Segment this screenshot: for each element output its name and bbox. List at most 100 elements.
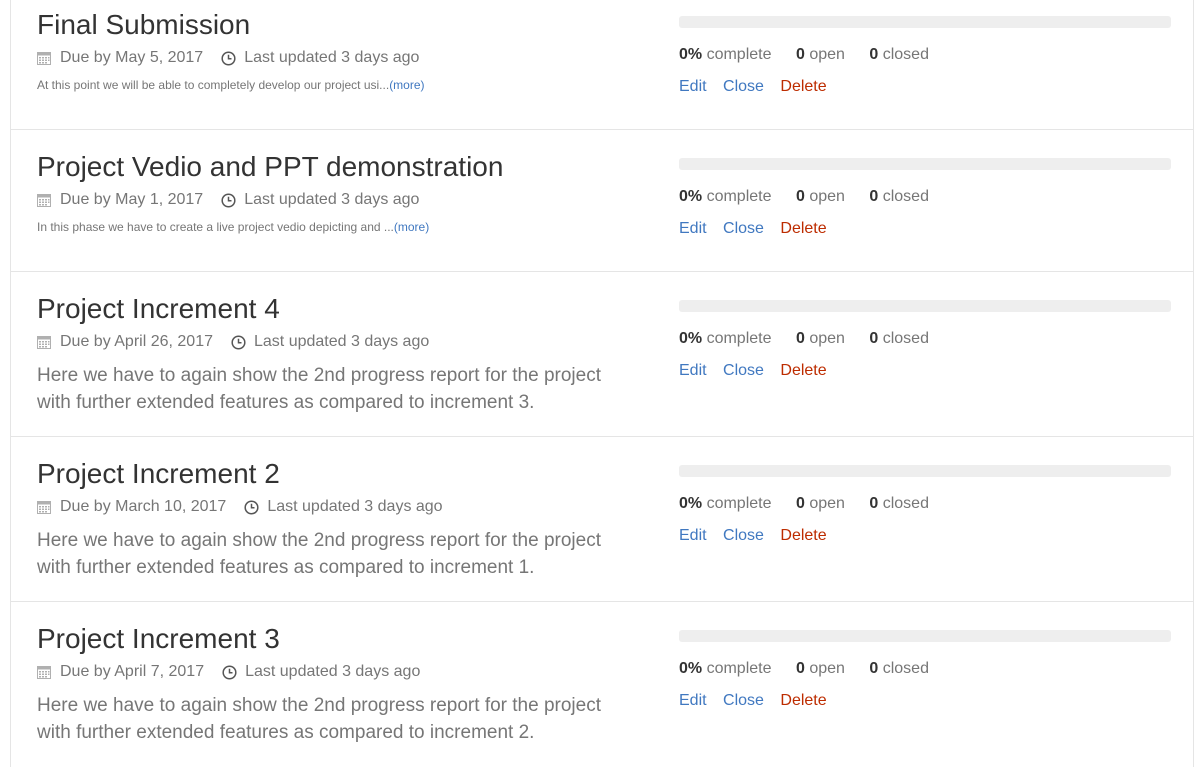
- milestone-item: Project Increment 2 Due by March 10, 201…: [11, 437, 1193, 602]
- closed-count[interactable]: 0 closed: [869, 188, 929, 205]
- delete-link[interactable]: Delete: [780, 220, 826, 237]
- open-count[interactable]: 0 open: [796, 495, 845, 512]
- percent-complete: 0% complete: [679, 660, 772, 677]
- close-link[interactable]: Close: [723, 220, 764, 237]
- edit-link[interactable]: Edit: [679, 362, 707, 379]
- milestone-item: Project Increment 4 Due by April 26, 201…: [11, 272, 1193, 437]
- edit-link[interactable]: Edit: [679, 692, 707, 709]
- milestone-item: Final Submission Due by May 5, 2017 Last…: [11, 0, 1193, 130]
- due-date: Due by May 1, 2017: [60, 191, 204, 208]
- milestone-progress: 0% complete 0 open 0 closed Edit Close D…: [679, 465, 1171, 546]
- milestone-info: Project Vedio and PPT demonstration Due …: [37, 150, 637, 235]
- close-link[interactable]: Close: [723, 527, 764, 544]
- more-link[interactable]: (more): [394, 220, 429, 234]
- milestone-stats: 0% complete 0 open 0 closed: [679, 329, 1171, 349]
- last-updated: Last updated 3 days ago: [244, 191, 420, 208]
- milestone-stats: 0% complete 0 open 0 closed: [679, 659, 1171, 679]
- milestone-actions: Edit Close Delete: [679, 77, 1171, 97]
- progress-bar: [679, 630, 1171, 642]
- milestone-actions: Edit Close Delete: [679, 361, 1171, 381]
- clock-icon: [231, 334, 246, 350]
- close-link[interactable]: Close: [723, 362, 764, 379]
- percent-complete: 0% complete: [679, 188, 772, 205]
- milestone-description: In this phase we have to create a live p…: [37, 219, 637, 235]
- progress-bar: [679, 158, 1171, 170]
- milestone-description: Here we have to again show the 2nd progr…: [37, 530, 601, 578]
- progress-bar: [679, 465, 1171, 477]
- edit-link[interactable]: Edit: [679, 527, 707, 544]
- description-text: At this point we will be able to complet…: [37, 78, 390, 92]
- milestone-title[interactable]: Project Increment 4: [37, 292, 637, 326]
- delete-link[interactable]: Delete: [780, 692, 826, 709]
- clock-icon: [221, 50, 236, 66]
- milestone-actions: Edit Close Delete: [679, 691, 1171, 711]
- clock-icon: [222, 664, 237, 680]
- milestone-title[interactable]: Project Vedio and PPT demonstration: [37, 150, 637, 184]
- last-updated: Last updated 3 days ago: [267, 498, 443, 515]
- open-count[interactable]: 0 open: [796, 660, 845, 677]
- edit-link[interactable]: Edit: [679, 220, 707, 237]
- percent-complete: 0% complete: [679, 495, 772, 512]
- milestone-stats: 0% complete 0 open 0 closed: [679, 45, 1171, 65]
- milestone-title[interactable]: Final Submission: [37, 8, 637, 42]
- delete-link[interactable]: Delete: [780, 527, 826, 544]
- more-link[interactable]: (more): [389, 78, 424, 92]
- last-updated: Last updated 3 days ago: [245, 663, 421, 680]
- percent-complete: 0% complete: [679, 330, 772, 347]
- milestone-progress: 0% complete 0 open 0 closed Edit Close D…: [679, 300, 1171, 381]
- last-updated: Last updated 3 days ago: [244, 49, 420, 66]
- description-text: In this phase we have to create a live p…: [37, 220, 394, 234]
- calendar-icon: [37, 336, 51, 349]
- milestone-description: Here we have to again show the 2nd progr…: [37, 695, 601, 743]
- milestone-description: Here we have to again show the 2nd progr…: [37, 365, 601, 413]
- milestone-meta: Due by May 5, 2017 Last updated 3 days a…: [37, 48, 637, 68]
- milestone-description: At this point we will be able to complet…: [37, 77, 637, 93]
- milestone-meta: Due by April 7, 2017 Last updated 3 days…: [37, 662, 637, 682]
- milestone-stats: 0% complete 0 open 0 closed: [679, 187, 1171, 207]
- calendar-icon: [37, 666, 51, 679]
- clock-icon: [244, 499, 259, 515]
- close-link[interactable]: Close: [723, 78, 764, 95]
- calendar-icon: [37, 52, 51, 65]
- milestone-info: Project Increment 3 Due by April 7, 2017…: [37, 622, 637, 746]
- closed-count[interactable]: 0 closed: [869, 660, 929, 677]
- open-count[interactable]: 0 open: [796, 46, 845, 63]
- due-date: Due by May 5, 2017: [60, 49, 204, 66]
- edit-link[interactable]: Edit: [679, 78, 707, 95]
- clock-icon: [221, 192, 236, 208]
- close-link[interactable]: Close: [723, 692, 764, 709]
- milestone-progress: 0% complete 0 open 0 closed Edit Close D…: [679, 158, 1171, 239]
- calendar-icon: [37, 501, 51, 514]
- due-date: Due by April 26, 2017: [60, 333, 213, 350]
- milestone-actions: Edit Close Delete: [679, 219, 1171, 239]
- percent-complete: 0% complete: [679, 46, 772, 63]
- milestone-item: Project Increment 3 Due by April 7, 2017…: [11, 602, 1193, 767]
- milestone-title[interactable]: Project Increment 3: [37, 622, 637, 656]
- milestone-info: Project Increment 4 Due by April 26, 201…: [37, 292, 637, 416]
- due-date: Due by March 10, 2017: [60, 498, 227, 515]
- closed-count[interactable]: 0 closed: [869, 46, 929, 63]
- calendar-icon: [37, 194, 51, 207]
- open-count[interactable]: 0 open: [796, 330, 845, 347]
- progress-bar: [679, 16, 1171, 28]
- milestone-stats: 0% complete 0 open 0 closed: [679, 494, 1171, 514]
- closed-count[interactable]: 0 closed: [869, 495, 929, 512]
- delete-link[interactable]: Delete: [780, 78, 826, 95]
- milestone-progress: 0% complete 0 open 0 closed Edit Close D…: [679, 630, 1171, 711]
- open-count[interactable]: 0 open: [796, 188, 845, 205]
- milestone-meta: Due by March 10, 2017 Last updated 3 day…: [37, 497, 637, 517]
- progress-bar: [679, 300, 1171, 312]
- milestone-title[interactable]: Project Increment 2: [37, 457, 637, 491]
- last-updated: Last updated 3 days ago: [254, 333, 430, 350]
- milestone-actions: Edit Close Delete: [679, 526, 1171, 546]
- milestone-item: Project Vedio and PPT demonstration Due …: [11, 130, 1193, 272]
- milestone-info: Final Submission Due by May 5, 2017 Last…: [37, 8, 637, 93]
- milestone-meta: Due by May 1, 2017 Last updated 3 days a…: [37, 190, 637, 210]
- milestone-progress: 0% complete 0 open 0 closed Edit Close D…: [679, 16, 1171, 97]
- delete-link[interactable]: Delete: [780, 362, 826, 379]
- due-date: Due by April 7, 2017: [60, 663, 205, 680]
- milestone-info: Project Increment 2 Due by March 10, 201…: [37, 457, 637, 581]
- milestone-meta: Due by April 26, 2017 Last updated 3 day…: [37, 332, 637, 352]
- milestone-list: Final Submission Due by May 5, 2017 Last…: [10, 0, 1194, 767]
- closed-count[interactable]: 0 closed: [869, 330, 929, 347]
